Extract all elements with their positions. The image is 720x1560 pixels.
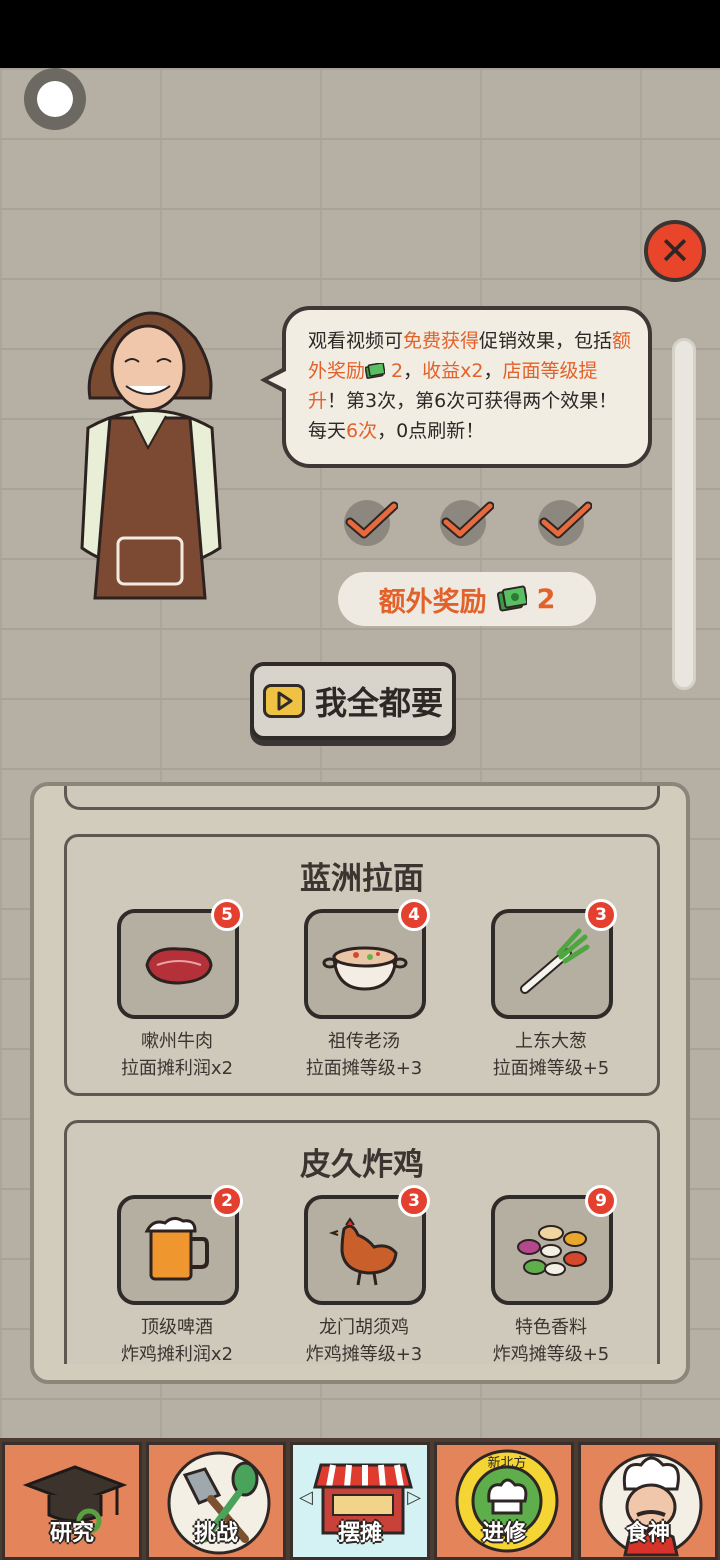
upgrade-item[interactable]: 3 上东大葱 拉面摊等级+5 (461, 899, 641, 1089)
level-badge: 5 (211, 899, 243, 931)
item-effect: 炸鸡摊等级+3 (305, 1344, 423, 1364)
promo-message: 观看视频可免费获得促销效果，包括额外奖励 2，收益x2，店面等级提升！第3次，第… (308, 326, 634, 446)
status-bar (0, 0, 720, 68)
message-highlight: 免费获得 (403, 330, 480, 352)
tab-label: 食神 (625, 1521, 670, 1546)
message-text: 观看视频可 (308, 330, 404, 352)
close-icon: ✕ (659, 229, 691, 273)
group-title: 蓝洲拉面 (300, 861, 424, 897)
upgrade-list-panel[interactable]: 蓝洲拉面 5 嗽州牛肉 拉面摊利润x2 4 祖传老汤 拉面摊等级+3 3 上东大… (30, 782, 690, 1384)
tab-label: 挑战 (193, 1521, 238, 1546)
upgrade-list-viewport: 蓝洲拉面 5 嗽州牛肉 拉面摊利润x2 4 祖传老汤 拉面摊等级+3 3 上东大… (34, 786, 686, 1364)
tab-training[interactable]: 新北方 进修 (434, 1442, 574, 1560)
badge-text: 新北方 (487, 1455, 526, 1471)
item-effect: 拉面摊等级+3 (305, 1058, 423, 1079)
tab-challenge[interactable]: 挑战 (146, 1442, 286, 1560)
tab-stall[interactable]: ◁ ▷ 摆摊 (290, 1442, 430, 1560)
item-effect: 拉面摊等级+5 (492, 1058, 610, 1079)
bubble-tail-fill (268, 370, 288, 390)
menu-toggle-button[interactable] (24, 68, 86, 130)
message-text: 促销效果，包括 (479, 330, 613, 352)
cash-icon (496, 585, 527, 612)
level-badge: 2 (211, 1185, 243, 1217)
tab-label: 进修 (481, 1521, 526, 1546)
upgrade-group: 蓝洲拉面 5 嗽州牛肉 拉面摊利润x2 4 祖传老汤 拉面摊等级+3 3 上东大… (64, 834, 660, 1096)
item-name: 特色香料 (515, 1317, 587, 1338)
item-name: 嗽州牛肉 (141, 1031, 213, 1052)
upgrade-item[interactable]: 4 祖传老汤 拉面摊等级+3 (274, 899, 454, 1089)
game-screen: ✕ 观看视频可免费获得促销效果，包括额外奖励 2，收益x2，店面等级提升！第3次… (0, 68, 720, 1560)
item-effect: 炸鸡摊利润x2 (120, 1344, 234, 1364)
video-play-icon (262, 684, 305, 718)
check-mark-icon (538, 500, 593, 546)
level-badge: 3 (585, 899, 617, 931)
previous-group-edge (64, 786, 660, 810)
level-badge: 3 (398, 1185, 430, 1217)
message-text: ，0点刷新！ (377, 420, 485, 442)
upgrade-item[interactable]: 3 龙门胡须鸡 炸鸡摊等级+3 (274, 1185, 454, 1364)
level-badge: 9 (585, 1185, 617, 1217)
upgrade-item[interactable]: 2 顶级啤酒 炸鸡摊利润x2 (87, 1185, 267, 1364)
chevron-right-icon: ▷ (407, 1487, 421, 1508)
toggle-knob (37, 81, 73, 117)
message-text: ， (403, 360, 423, 382)
item-name: 祖传老汤 (328, 1031, 400, 1052)
check-mark-icon (440, 500, 495, 546)
upgrade-item[interactable]: 5 嗽州牛肉 拉面摊利润x2 (87, 899, 267, 1089)
item-name: 顶级啤酒 (141, 1317, 213, 1338)
popup-scrollbar[interactable] (672, 338, 696, 690)
reward-progress-checks (340, 500, 593, 548)
cash-icon (365, 363, 386, 379)
shopkeeper-character (80, 311, 222, 600)
bottom-tab-bar: 研究 挑战 ◁ ▷ 摆摊 新北方 进修 食神 (0, 1438, 720, 1560)
info-speech-bubble: 观看视频可免费获得促销效果，包括额外奖励 2，收益x2，店面等级提升！第3次，第… (260, 306, 652, 468)
item-name: 上东大葱 (515, 1031, 587, 1052)
take-all-button[interactable]: 我全都要 (250, 662, 456, 740)
tab-label: 摆摊 (337, 1521, 382, 1546)
level-badge: 4 (398, 899, 430, 931)
item-effect: 炸鸡摊等级+5 (492, 1344, 610, 1364)
upgrade-group: 皮久炸鸡 2 顶级啤酒 炸鸡摊利润x2 3 龙门胡须鸡 炸鸡摊等级+3 9 特色… (64, 1120, 660, 1364)
extra-reward-value: 2 (536, 583, 556, 615)
tab-label: 研究 (49, 1521, 94, 1546)
tab-research[interactable]: 研究 (2, 1442, 142, 1560)
chevron-left-icon: ◁ (299, 1487, 313, 1508)
upgrade-item[interactable]: 9 特色香料 炸鸡摊等级+5 (461, 1185, 641, 1364)
item-name: 龙门胡须鸡 (319, 1317, 409, 1338)
close-button[interactable]: ✕ (644, 220, 706, 282)
message-highlight: 6次 (346, 420, 378, 442)
group-title: 皮久炸鸡 (300, 1147, 424, 1183)
message-highlight: 2 (385, 360, 404, 382)
extra-reward-pill: 额外奖励 2 (338, 572, 596, 626)
message-highlight: 收益x2 (422, 360, 484, 382)
item-effect: 拉面摊利润x2 (120, 1058, 234, 1079)
check-mark-icon (344, 500, 399, 546)
message-text: ， (483, 360, 503, 382)
extra-reward-label: 额外奖励 (378, 586, 487, 618)
tab-food-god[interactable]: 食神 (578, 1442, 718, 1560)
take-all-label: 我全都要 (314, 684, 443, 722)
